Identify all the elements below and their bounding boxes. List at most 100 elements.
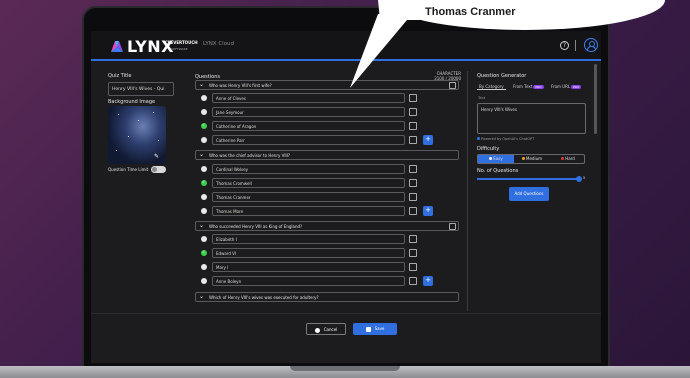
trash-icon[interactable]: [409, 122, 417, 130]
trash-icon[interactable]: [409, 235, 417, 243]
question-header[interactable]: ⌄ Which of Henry VIII's wives was execut…: [195, 292, 459, 302]
background-image[interactable]: ✎: [108, 106, 166, 164]
tab-from-url[interactable]: From URL PRO: [549, 82, 583, 90]
answer-radio-correct[interactable]: [201, 122, 207, 129]
add-answer-button[interactable]: +: [423, 135, 433, 145]
difficulty-medium-button[interactable]: Medium: [514, 155, 550, 163]
quiz-title-input[interactable]: Henry VIII's Wives - Qui: [108, 82, 174, 96]
app-screen: LYNX CLEVERTOUCH SOFTWARE LYNX Cloud ? Q…: [91, 31, 601, 363]
chevron-down-icon[interactable]: ⌄: [199, 222, 204, 229]
answer-field[interactable]: Catherine Parr: [212, 135, 405, 145]
question-text[interactable]: Which of Henry VIII's wives was executed…: [209, 295, 319, 300]
answer-radio[interactable]: [201, 95, 207, 101]
tab-from-text[interactable]: From Text PRO: [511, 82, 546, 90]
answer-field[interactable]: Elizabeth I: [212, 234, 405, 244]
add-answer-button[interactable]: +: [423, 276, 433, 286]
answer-field[interactable]: Jane Seymour: [212, 107, 405, 117]
trash-icon[interactable]: [409, 207, 417, 215]
answer-field[interactable]: Thomas More: [212, 206, 405, 216]
answer-row: Anne of Cleves: [201, 93, 429, 103]
chevron-down-icon[interactable]: ⌄: [199, 151, 204, 158]
save-label: Save: [374, 326, 385, 331]
difficulty-hard-button[interactable]: Hard: [550, 155, 586, 163]
medium-dot-icon: [522, 157, 525, 160]
answer-radio[interactable]: [201, 236, 207, 242]
answer-field[interactable]: Mary I: [212, 262, 405, 272]
answer-radio[interactable]: [201, 208, 207, 214]
num-questions-slider[interactable]: [477, 176, 582, 182]
answer-radio-correct[interactable]: [201, 249, 207, 256]
answer-row: Catherine Parr +: [201, 135, 433, 145]
cancel-label: Cancel: [323, 327, 338, 332]
callout-text: Thomas Cranmer: [425, 6, 516, 18]
answer-field[interactable]: Anne of Cleves: [212, 93, 405, 103]
answer-row: Mary I: [201, 262, 429, 272]
logo-subtitle-2: SOFTWARE: [171, 47, 188, 51]
answer-radio[interactable]: [201, 166, 207, 172]
tab-label: By Category: [479, 84, 504, 89]
background-image-label: Background Image: [108, 99, 156, 105]
logo-subtitle: CLEVERTOUCH: [165, 40, 198, 45]
answer-radio-correct[interactable]: [201, 179, 207, 186]
answer-radio[interactable]: [201, 194, 207, 200]
pro-badge: PRO: [571, 85, 582, 89]
difficulty-easy-button[interactable]: Easy: [478, 155, 514, 163]
answer-field[interactable]: Edward VI: [212, 248, 405, 258]
generator-text-input[interactable]: Henry VIII's Wives: [477, 103, 586, 134]
question-text[interactable]: Who was Henry VIII's first wife?: [209, 83, 272, 88]
add-answer-button[interactable]: +: [423, 206, 433, 216]
answer-field[interactable]: Anne Boleyn: [212, 276, 405, 286]
powered-by: Powered by OpenAI's ChatGPT: [477, 137, 534, 141]
scrollbar[interactable]: [594, 64, 597, 134]
question-header[interactable]: ⌄ Who was the chief advisor to Henry VII…: [195, 150, 459, 160]
save-button[interactable]: Save: [353, 323, 397, 335]
slider-handle[interactable]: [575, 176, 582, 182]
answer-field[interactable]: Cardinal Wolsey: [212, 164, 405, 174]
answer-radio[interactable]: [201, 278, 207, 284]
laptop-notch: [290, 366, 400, 371]
trash-icon[interactable]: [449, 82, 456, 89]
question-header[interactable]: ⌄ Who was Henry VIII's first wife?: [195, 80, 459, 90]
answer-row: Elizabeth I: [201, 234, 429, 244]
answer-radio[interactable]: [201, 137, 207, 143]
answer-radio[interactable]: [201, 264, 207, 270]
tab-label: From URL: [551, 84, 571, 89]
generator-title: Question Generator: [477, 73, 527, 79]
tab-by-category[interactable]: By Category: [477, 82, 506, 90]
num-questions-label: No. of Questions: [477, 168, 519, 174]
question-text[interactable]: Who was the chief advisor to Henry VIII?: [209, 153, 290, 158]
time-limit-toggle[interactable]: [151, 166, 166, 173]
openai-icon: [477, 137, 480, 140]
trash-icon[interactable]: [409, 179, 417, 187]
question-text[interactable]: Who succeeded Henry VIII as King of Engl…: [209, 224, 302, 229]
trash-icon[interactable]: [409, 136, 417, 144]
trash-icon[interactable]: [409, 277, 417, 285]
user-avatar-icon[interactable]: [584, 38, 598, 52]
trash-icon[interactable]: [409, 165, 417, 173]
trash-icon[interactable]: [409, 263, 417, 271]
answer-field[interactable]: Thomas Cranmer: [212, 192, 405, 202]
easy-dot-icon: [489, 157, 493, 160]
chevron-down-icon[interactable]: ⌄: [199, 293, 204, 300]
trash-icon[interactable]: [449, 223, 456, 230]
add-questions-button[interactable]: Add Questions: [509, 187, 549, 201]
help-icon[interactable]: ?: [560, 41, 569, 50]
answer-radio[interactable]: [201, 109, 207, 115]
trash-icon[interactable]: [409, 108, 417, 116]
chevron-down-icon[interactable]: ⌄: [199, 81, 204, 88]
edit-pencil-icon[interactable]: ✎: [154, 153, 159, 160]
answer-row: Anne Boleyn +: [201, 276, 433, 286]
answer-field[interactable]: Thomas Cromwell: [212, 178, 405, 188]
num-questions-value: 5: [583, 176, 586, 180]
answer-row: Thomas Cromwell: [201, 178, 429, 188]
hard-dot-icon: [561, 157, 565, 160]
question-header[interactable]: ⌄ Who succeeded Henry VIII as King of En…: [195, 221, 459, 231]
cancel-icon: [314, 327, 320, 333]
answer-row: Edward VI: [201, 248, 429, 258]
trash-icon[interactable]: [409, 94, 417, 102]
trash-icon[interactable]: [409, 249, 417, 257]
answer-field[interactable]: Catherine of Aragon: [212, 121, 405, 131]
trash-icon[interactable]: [409, 193, 417, 201]
footer-divider: [91, 313, 601, 314]
cancel-button[interactable]: Cancel: [306, 323, 346, 335]
